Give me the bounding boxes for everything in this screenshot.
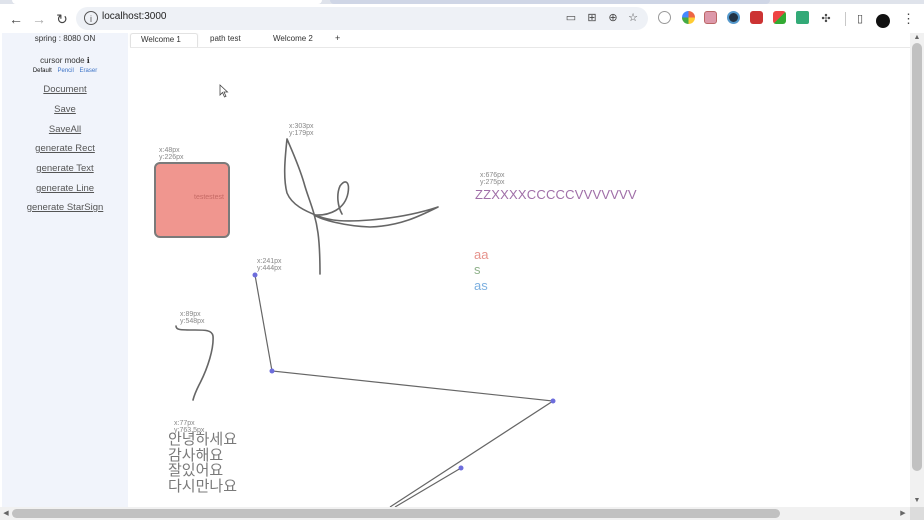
back-icon[interactable]: ← [6,9,26,29]
scroll-left-icon[interactable]: ◀ [2,509,10,518]
scroll-down-icon[interactable]: ▼ [912,497,922,505]
address-bar[interactable]: i localhost:3000 ▭ ⊞ ⊕ ☆ [76,7,648,30]
polyline-handle-2[interactable] [269,368,275,374]
extension-grid-icon[interactable] [773,11,786,24]
bookmark-star-icon[interactable]: ☆ [626,11,640,25]
horizontal-scroll-thumb[interactable] [12,509,780,518]
extension-red-icon[interactable] [750,11,763,24]
polyline-path[interactable] [254,274,555,507]
extension-circle-icon[interactable] [727,11,740,24]
extension-compass-icon[interactable] [658,11,671,24]
freehand-stroke-2[interactable] [175,325,214,401]
site-info-icon[interactable]: i [84,11,98,25]
forward-icon[interactable]: → [29,9,49,29]
side-panel-icon[interactable]: ▯ [853,12,867,26]
browser-toolbar: ← → ↻ i localhost:3000 ▭ ⊞ ⊕ ☆ ✣ ▯ ⋮ [0,4,924,33]
scroll-up-icon[interactable]: ▲ [912,34,922,42]
vertical-scrollbar[interactable]: ▲ ▼ [910,33,924,507]
translate-icon[interactable]: ⊞ [585,11,599,25]
scroll-right-icon[interactable]: ▶ [899,509,907,518]
polyline-handle-3[interactable] [550,398,556,404]
reload-icon[interactable]: ↻ [52,9,72,29]
drawing-layer [175,138,556,507]
zoom-icon[interactable]: ⊕ [606,11,620,25]
address-url[interactable]: localhost:3000 [102,11,167,22]
scrollbar-corner [910,507,924,520]
extension-color-icon[interactable] [682,11,695,24]
polyline-handle-4[interactable] [458,465,464,471]
toolbar-divider [845,12,846,26]
polyline-handle-1[interactable] [252,272,258,278]
extension-new-icon[interactable] [796,11,809,24]
horizontal-scrollbar[interactable]: ◀ ▶ [0,507,910,520]
page-viewport: spring : 8080 ON cursor mode ℹ Default P… [0,33,910,507]
vertical-scroll-thumb[interactable] [912,43,922,471]
install-app-icon[interactable]: ▭ [564,11,578,25]
profile-avatar[interactable] [876,14,890,28]
extension-badge-icon[interactable] [704,11,717,24]
freehand-stroke-1[interactable] [283,138,439,275]
extensions-puzzle-icon[interactable]: ✣ [819,12,833,26]
browser-menu-icon[interactable]: ⋮ [902,10,915,28]
polyline-segment[interactable] [394,467,462,507]
